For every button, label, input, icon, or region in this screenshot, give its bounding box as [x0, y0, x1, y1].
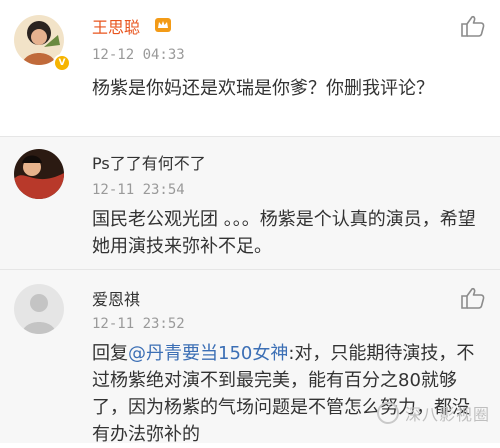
like-button[interactable]	[460, 15, 486, 37]
comment-time: 12-11 23:54	[92, 182, 185, 198]
user-name[interactable]: Ps了了有何不了	[92, 150, 206, 174]
user-name[interactable]: 爱恩祺	[92, 286, 140, 310]
user-name[interactable]: 王思聪	[92, 14, 140, 38]
comment-item: V 王思聪 12-12 04:33 杨紫是你妈还是欢瑞是你爹？你删我评论？	[0, 0, 500, 136]
comment-text: 杨紫是你妈还是欢瑞是你爹？你删我评论？	[92, 78, 434, 99]
comment-item: Ps了了有何不了 12-11 23:54 国民老公观光团 。。。杨紫是个认真的演…	[0, 137, 500, 269]
verified-badge-icon: V	[53, 54, 71, 72]
comment-text: 回复@丹青要当150女神:对，只能期待演技，不过杨紫绝对演不到最完美，能有百分之…	[92, 340, 487, 448]
avatar[interactable]	[14, 149, 64, 199]
mention-link[interactable]: @丹青要当150女神	[128, 343, 288, 364]
watermark-logo-icon	[376, 402, 399, 424]
comment-text: 国民老公观光团 。。。杨紫是个认真的演员，希望她用演技来弥补不足。	[92, 209, 476, 257]
avatar[interactable]	[14, 284, 64, 334]
thumbs-up-icon	[461, 15, 485, 37]
thumbs-up-icon	[461, 287, 485, 309]
watermark-text: 深八影视圈	[404, 405, 490, 424]
default-avatar-icon	[14, 284, 64, 334]
reply-prefix: 回复	[92, 343, 128, 364]
watermark: 深八影视圈	[376, 401, 490, 425]
vip-crown-icon	[155, 18, 171, 32]
like-button[interactable]	[460, 287, 486, 309]
avatar-image	[14, 149, 64, 199]
comment-time: 12-12 04:33	[92, 47, 185, 63]
comment-time: 12-11 23:52	[92, 316, 185, 332]
